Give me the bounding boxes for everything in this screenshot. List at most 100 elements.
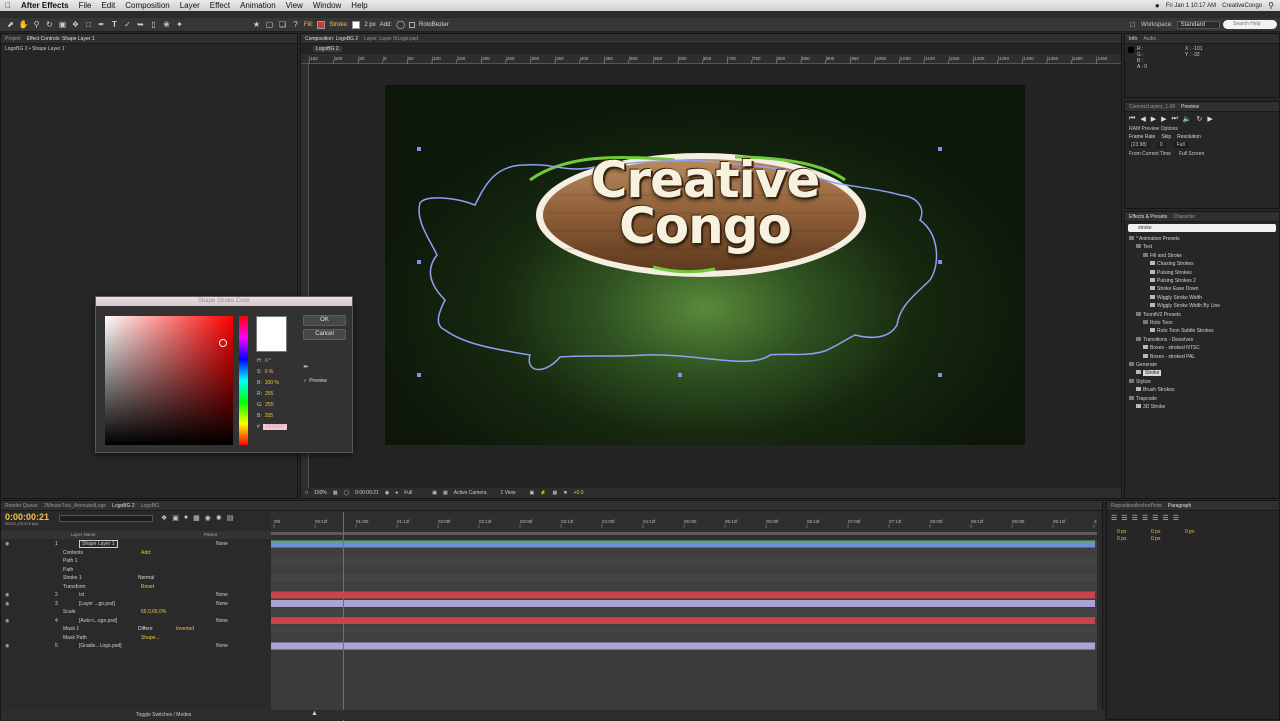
hue-slider[interactable] <box>239 316 248 445</box>
property-row[interactable]: Mask 1 Differe Inverted <box>1 625 271 634</box>
menu-composition[interactable]: Composition <box>120 1 174 10</box>
zoom-tool-icon[interactable]: ⚲ <box>32 20 41 29</box>
timeline-search-input[interactable] <box>59 515 153 522</box>
tab-connect-layers[interactable]: ConnectLayers_1.08 <box>1129 104 1175 110</box>
field-blue-value[interactable]: 255 <box>265 413 273 419</box>
menu-view[interactable]: View <box>281 1 308 10</box>
effects-folder[interactable]: * Animation Presets <box>1129 236 1180 242</box>
tab-logobg-2[interactable]: LogoBG 2 <box>112 503 135 509</box>
tab-info[interactable]: Info <box>1129 36 1137 42</box>
visibility-eye-icon[interactable]: ◉ <box>5 643 9 649</box>
field-hue[interactable]: H: 0 ° <box>257 355 297 366</box>
view-layout-dropdown[interactable]: 1 View <box>501 490 524 496</box>
maximize-icon[interactable]: □ <box>1128 20 1137 29</box>
effects-preset-item[interactable]: Boxes - stroked NTSC <box>1143 345 1200 351</box>
justify-left-icon[interactable]: ☰ <box>1142 514 1148 522</box>
hand-tool-icon[interactable]: ✋ <box>19 20 29 29</box>
effects-preset-item[interactable]: Stroke Ease Down <box>1150 286 1198 292</box>
parent-dropdown[interactable]: None <box>216 643 228 649</box>
property-row[interactable]: Transform Reset <box>1 583 271 592</box>
layer-row[interactable]: ◉ 2 txt None <box>1 591 271 600</box>
field-saturation[interactable]: S: 0 % <box>257 366 297 377</box>
effects-folder[interactable]: Generate <box>1129 362 1157 368</box>
parent-header[interactable]: Parent <box>204 532 217 537</box>
field-red[interactable]: R: 255 <box>257 388 297 399</box>
menu-animation[interactable]: Animation <box>235 1 281 10</box>
frame-rate-dropdown[interactable]: (23.98) <box>1129 142 1149 148</box>
graph-editor-icon[interactable]: ▤ <box>227 514 234 522</box>
frame-blend-icon[interactable]: ▦ <box>193 514 200 522</box>
pen-tool-icon[interactable]: ✒ <box>97 20 106 29</box>
stroke-label[interactable]: Stroke: <box>329 22 348 28</box>
ok-button[interactable]: OK <box>303 315 346 326</box>
hide-shy-icon[interactable]: ● <box>184 514 188 522</box>
horizontal-ruler[interactable]: |150 |100 |50 |0 |50 |100 |150 |200 |250 |300 |350… <box>301 54 1121 64</box>
effects-folder[interactable]: Fill and Stroke <box>1143 252 1182 259</box>
parent-dropdown[interactable]: None <box>216 601 228 607</box>
tab-character[interactable]: Character <box>1173 214 1195 220</box>
align-left-icon[interactable]: ☰ <box>1111 514 1117 522</box>
menu-help[interactable]: Help <box>346 1 372 10</box>
cancel-button[interactable]: Cancel <box>303 329 346 340</box>
preview-checkbox[interactable]: ✓ Preview <box>303 378 327 384</box>
draft-3d-icon[interactable]: ▣ <box>172 514 179 522</box>
work-area-bar[interactable] <box>271 532 1097 535</box>
effects-preset-item[interactable]: Stroke <box>1136 370 1162 377</box>
search-help-input[interactable]: Search Help <box>1223 20 1277 29</box>
property-value[interactable]: Inverted <box>176 626 194 632</box>
effects-preset-item[interactable]: Pulsing Strokes 2 <box>1150 278 1196 284</box>
rotobezier-checkbox[interactable] <box>409 21 416 28</box>
field-brightness-value[interactable]: 100 % <box>265 380 279 386</box>
menu-file[interactable]: File <box>74 1 97 10</box>
brainstorm-icon[interactable]: ✺ <box>216 514 222 522</box>
composition-canvas[interactable]: Creative Congo <box>385 85 1025 445</box>
pan-behind-tool-icon[interactable]: ❖ <box>71 20 80 29</box>
effects-preset-item[interactable]: Roto Toon Subtle Strokes <box>1150 328 1214 334</box>
current-time-indicator[interactable] <box>343 512 344 721</box>
apple-menu-icon[interactable]:  <box>0 1 16 10</box>
tab-reposition-anchor[interactable]: RepositionAnchorPoint <box>1111 503 1162 509</box>
grid-icon[interactable]: ▦ <box>333 490 338 496</box>
property-value[interactable]: Add: <box>141 550 151 556</box>
loop-icon[interactable]: ↻ <box>1197 115 1203 123</box>
layer-name[interactable]: Mask Path <box>63 635 87 641</box>
effects-preset-item[interactable]: Pulsing Strokes <box>1150 269 1192 276</box>
field-hue-value[interactable]: 0 ° <box>265 358 271 364</box>
property-row[interactable]: Path <box>1 566 271 575</box>
eraser-tool-icon[interactable]: ▯ <box>149 20 158 29</box>
prev-frame-icon[interactable]: ◀ <box>1140 115 1145 123</box>
menu-window[interactable]: Window <box>308 1 346 10</box>
property-row[interactable]: Path 1 <box>1 557 271 566</box>
clone-tool-icon[interactable]: ➥ <box>136 20 145 29</box>
clock[interactable]: Fri Jan 1 10:17 AM <box>1166 3 1216 9</box>
track-area[interactable] <box>271 540 1097 710</box>
layer-name[interactable]: Scale <box>63 609 76 615</box>
rotobezier-label[interactable]: RotoBezier <box>419 22 449 28</box>
app-menu[interactable]: After Effects <box>16 1 74 10</box>
layer-name[interactable]: Shape Layer 1 <box>79 540 118 549</box>
mask-icon[interactable]: ▢ <box>265 20 274 29</box>
visibility-eye-icon[interactable]: ◉ <box>5 601 9 607</box>
spotlight-icon[interactable]: ⚲ <box>1268 1 1274 10</box>
zoom-slider-icon[interactable]: ▲ <box>311 710 318 717</box>
skip-dropdown[interactable]: 0 <box>1156 142 1166 148</box>
brush-tool-icon[interactable]: ✓ <box>123 20 132 29</box>
tab-paragraph[interactable]: Paragraph <box>1168 503 1191 509</box>
fast-preview-icon[interactable]: ⚡ <box>540 490 546 496</box>
layer-name[interactable]: [Gradie...Logo.psd] <box>79 643 122 649</box>
effects-preset-item[interactable]: Wiggly Stroke Width <box>1150 294 1202 301</box>
tab-preview[interactable]: Preview <box>1181 104 1199 110</box>
layer-duration-bar[interactable] <box>271 591 1095 599</box>
rectangle-tool-icon[interactable]: □ <box>84 20 93 29</box>
ram-preview-icon[interactable]: ▶ <box>1207 115 1212 123</box>
justify-right-icon[interactable]: ☰ <box>1162 514 1168 522</box>
effects-folder[interactable]: ToonitV2 Presets <box>1136 311 1181 318</box>
property-value[interactable]: 65.0,65.0% <box>141 609 166 615</box>
always-preview-icon[interactable]: □ <box>305 490 308 496</box>
timeline-icon[interactable]: ▦ <box>552 490 557 496</box>
layer-name-header[interactable]: Layer Name <box>71 532 96 537</box>
resolution-dropdown[interactable]: Full <box>404 490 426 496</box>
tab-layer[interactable]: Layer: Layer 0/Logo.psd <box>364 36 418 42</box>
wifi-icon[interactable]: ● <box>1155 1 1160 10</box>
camera-dropdown[interactable]: Active Camera <box>454 490 495 496</box>
